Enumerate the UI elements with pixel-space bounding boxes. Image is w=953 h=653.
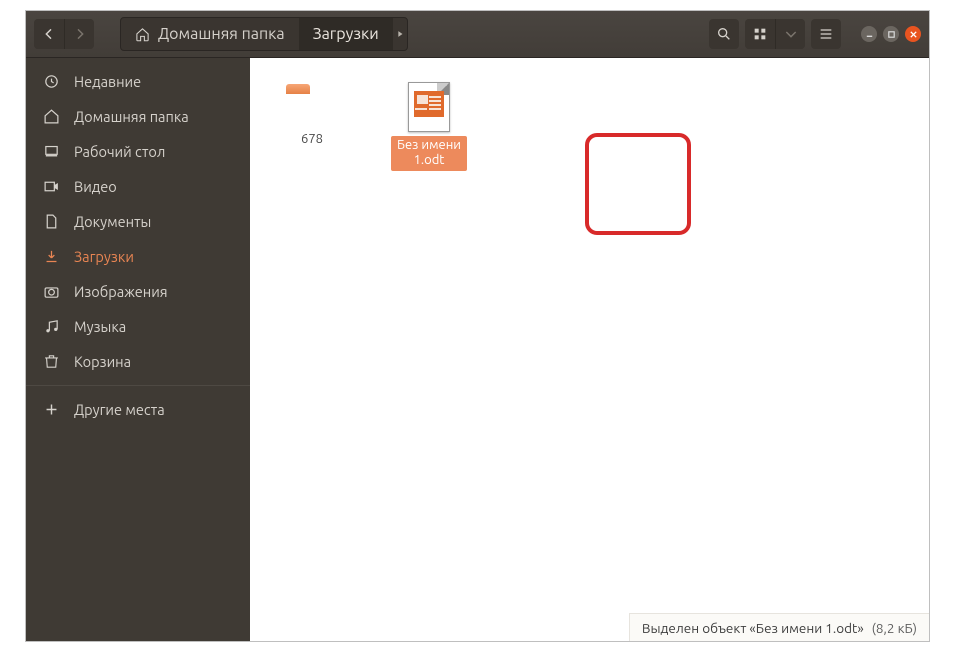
download-icon <box>43 248 60 265</box>
sidebar-item-pictures[interactable]: Изображения <box>26 274 250 309</box>
file-label-selected: Без имени 1.odt <box>391 136 467 171</box>
sidebar-item-label: Другие места <box>74 401 165 418</box>
breadcrumb-home-label: Домашняя папка <box>158 25 285 43</box>
sidebar-item-label: Изображения <box>74 283 168 300</box>
sidebar-item-music[interactable]: Музыка <box>26 309 250 344</box>
sidebar-item-trash[interactable]: Корзина <box>26 344 250 379</box>
selected-file-item[interactable]: Без имени 1.odt <box>386 80 472 171</box>
sidebar-item-other-locations[interactable]: Другие места <box>26 392 250 427</box>
sidebar-item-label: Корзина <box>74 353 131 370</box>
sidebar-item-home[interactable]: Домашняя папка <box>26 99 250 134</box>
maximize-icon <box>887 30 896 39</box>
window-close-button[interactable] <box>905 26 921 42</box>
document-icon <box>43 213 60 230</box>
breadcrumb: Домашняя папка Загрузки <box>120 17 408 51</box>
file-label-line2: 1.odt <box>414 153 445 167</box>
sidebar-item-label: Недавние <box>74 73 141 90</box>
places-sidebar: Недавние Домашняя папка Рабочий стол Вид… <box>26 58 250 641</box>
window-minimize-button[interactable] <box>861 26 877 42</box>
icon-view[interactable]: 678 Без имени 1.odt Выделен объект «Без … <box>250 58 929 641</box>
video-icon <box>43 178 60 195</box>
view-dropdown-button[interactable] <box>775 19 805 49</box>
triangle-right-icon <box>395 29 405 39</box>
folder-item[interactable]: 678 <box>272 80 352 147</box>
chevron-right-icon <box>72 26 88 42</box>
status-text: Выделен объект «Без имени 1.odt» <box>642 620 864 636</box>
clock-icon <box>43 73 60 90</box>
sidebar-item-label: Документы <box>74 213 151 230</box>
plus-icon <box>43 401 60 418</box>
sidebar-item-label: Домашняя папка <box>74 108 189 125</box>
close-icon <box>909 30 918 39</box>
breadcrumb-current[interactable]: Загрузки <box>299 18 393 50</box>
home-icon <box>43 108 60 125</box>
folder-icon <box>284 84 340 128</box>
view-grid-button[interactable] <box>745 19 775 49</box>
breadcrumb-home[interactable]: Домашняя папка <box>121 18 299 50</box>
window-maximize-button[interactable] <box>883 26 899 42</box>
sidebar-item-documents[interactable]: Документы <box>26 204 250 239</box>
desktop-icon <box>43 143 60 160</box>
sidebar-item-label: Загрузки <box>74 248 134 265</box>
file-label-line1: Без имени <box>397 138 461 152</box>
nav-back-forward <box>34 19 94 49</box>
window-body: Недавние Домашняя папка Рабочий стол Вид… <box>26 58 929 641</box>
search-button[interactable] <box>709 19 739 49</box>
file-grid: 678 Без имени 1.odt <box>250 58 929 193</box>
file-manager-window: Домашняя папка Загрузки <box>25 10 930 642</box>
search-icon <box>716 26 732 42</box>
sidebar-separator <box>26 385 250 386</box>
grid-icon <box>752 26 768 42</box>
file-label: 678 <box>301 132 323 147</box>
toolbar-right <box>709 19 921 49</box>
sidebar-item-label: Видео <box>74 178 117 195</box>
sidebar-item-videos[interactable]: Видео <box>26 169 250 204</box>
sidebar-item-label: Рабочий стол <box>74 143 165 160</box>
sidebar-item-recent[interactable]: Недавние <box>26 64 250 99</box>
status-size: (8,2 кБ) <box>872 620 917 636</box>
minimize-icon <box>865 30 874 39</box>
back-button[interactable] <box>34 19 64 49</box>
sidebar-item-label: Музыка <box>74 318 126 335</box>
header-toolbar: Домашняя папка Загрузки <box>26 11 929 58</box>
sidebar-item-downloads[interactable]: Загрузки <box>26 239 250 274</box>
document-icon <box>408 82 450 132</box>
home-icon <box>135 27 150 42</box>
hamburger-menu-button[interactable] <box>811 19 841 49</box>
camera-icon <box>43 283 60 300</box>
sidebar-item-desktop[interactable]: Рабочий стол <box>26 134 250 169</box>
music-icon <box>43 318 60 335</box>
forward-button[interactable] <box>64 19 94 49</box>
breadcrumb-current-label: Загрузки <box>313 25 379 43</box>
hamburger-icon <box>818 26 834 42</box>
status-bar: Выделен объект «Без имени 1.odt» (8,2 кБ… <box>629 613 929 641</box>
trash-icon <box>43 353 60 370</box>
chevron-down-icon <box>783 26 799 42</box>
chevron-left-icon <box>41 26 57 42</box>
breadcrumb-more[interactable] <box>393 29 407 39</box>
view-switch <box>745 19 805 49</box>
